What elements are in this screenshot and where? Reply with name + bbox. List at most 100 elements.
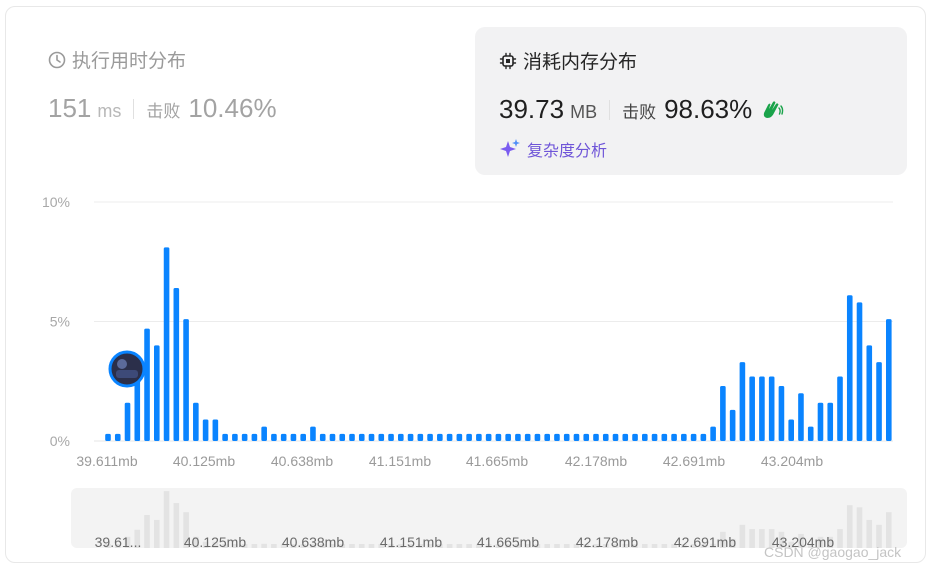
chart-bar[interactable] <box>232 433 238 441</box>
chart-bar[interactable] <box>632 433 638 441</box>
chart-bar[interactable] <box>778 386 785 441</box>
chart-bar[interactable] <box>202 419 209 441</box>
chart-bar[interactable] <box>310 426 316 441</box>
chart-bar[interactable] <box>222 433 228 441</box>
chart-bar[interactable] <box>388 433 394 441</box>
chart-bar[interactable] <box>729 409 736 441</box>
chart-bar[interactable] <box>183 319 189 441</box>
overview-bar <box>144 515 150 548</box>
chart-bar[interactable] <box>212 419 219 441</box>
chart-bar[interactable] <box>446 433 453 441</box>
user-avatar-marker[interactable] <box>108 350 146 388</box>
chart-bar[interactable] <box>427 433 433 441</box>
x-tick-label: 39.611mb <box>76 453 137 469</box>
chart-bar[interactable] <box>622 433 629 441</box>
chart-bar[interactable] <box>710 426 716 441</box>
overview-tick-label: 40.638mb <box>282 534 344 550</box>
chart-bar[interactable] <box>524 433 531 441</box>
chart-bar[interactable] <box>368 433 375 441</box>
chart-bar[interactable] <box>593 433 599 441</box>
y-tick-label: 5% <box>50 314 70 330</box>
chart-bar[interactable] <box>573 433 580 441</box>
chart-bar[interactable] <box>846 295 853 441</box>
chart-bar[interactable] <box>476 433 482 441</box>
chart-bar[interactable] <box>495 433 502 441</box>
chart-bar[interactable] <box>876 362 882 441</box>
chart-bar[interactable] <box>154 345 160 441</box>
chart-bar[interactable] <box>114 433 121 441</box>
chart-bar[interactable] <box>163 247 170 441</box>
chart-bar[interactable] <box>720 386 726 441</box>
chart-bar[interactable] <box>437 433 443 441</box>
overview-bar <box>846 505 853 548</box>
overview-tick-label: 41.151mb <box>380 534 442 550</box>
chart-bar[interactable] <box>329 433 336 441</box>
overview-tick-label: 42.691mb <box>674 534 736 550</box>
chart-bar[interactable] <box>602 433 609 441</box>
chart-bar[interactable] <box>505 433 511 441</box>
chart-bar[interactable] <box>271 433 277 441</box>
chart-bar[interactable] <box>349 433 355 441</box>
chart-bar[interactable] <box>417 433 424 441</box>
chart-bar[interactable] <box>456 433 463 441</box>
chart-bar[interactable] <box>681 433 687 441</box>
chart-bar[interactable] <box>583 433 590 441</box>
chart-bar[interactable] <box>319 433 326 441</box>
chart-bar[interactable] <box>515 433 521 441</box>
chart-bar[interactable] <box>554 433 560 441</box>
chart-bar[interactable] <box>788 419 794 441</box>
chart-bar[interactable] <box>856 302 863 441</box>
overview-bar <box>358 544 365 548</box>
chart-bar[interactable] <box>798 393 804 441</box>
chart-bar[interactable] <box>485 433 492 441</box>
overview-bar <box>446 544 453 548</box>
chart-bar[interactable] <box>739 362 746 441</box>
chart-bar[interactable] <box>651 433 658 441</box>
y-tick-label: 10% <box>42 194 70 210</box>
chart-bar[interactable] <box>866 345 873 441</box>
chart-bar[interactable] <box>193 402 199 441</box>
chart-bar[interactable] <box>339 433 346 441</box>
chart-bar[interactable] <box>290 433 297 441</box>
chart-bar[interactable] <box>534 433 541 441</box>
chart-bar[interactable] <box>407 433 414 441</box>
chart-bar[interactable] <box>807 426 814 441</box>
chart-bar[interactable] <box>759 376 765 441</box>
chart-bar[interactable] <box>105 433 111 441</box>
chart-bar[interactable] <box>817 402 824 441</box>
chart-bar[interactable] <box>690 433 697 441</box>
chart-bar[interactable] <box>749 376 755 441</box>
overview-bar <box>563 544 570 548</box>
chart-bar[interactable] <box>358 433 365 441</box>
chart-bar[interactable] <box>241 433 248 441</box>
chart-bar[interactable] <box>544 433 550 441</box>
chart-bar[interactable] <box>261 426 267 441</box>
chart-bar[interactable] <box>661 433 668 441</box>
overview-bar <box>271 544 277 548</box>
chart-bar[interactable] <box>700 433 707 441</box>
chart-bar[interactable] <box>612 433 619 441</box>
chart-bar[interactable] <box>466 433 472 441</box>
chart-bar[interactable] <box>768 376 775 441</box>
overview-bar <box>466 544 472 548</box>
chart-bar[interactable] <box>134 378 141 441</box>
chart-bar[interactable] <box>173 288 180 441</box>
overview-bar <box>544 544 550 548</box>
chart-bar[interactable] <box>124 402 131 441</box>
chart-bar[interactable] <box>886 319 892 441</box>
x-tick-label: 41.665mb <box>466 453 528 469</box>
chart-bar[interactable] <box>563 433 570 441</box>
chart-bar[interactable] <box>378 433 385 441</box>
chart-bar[interactable] <box>300 433 306 441</box>
chart-bar[interactable] <box>251 433 258 441</box>
chart-bar[interactable] <box>280 433 287 441</box>
overview-bar <box>661 544 668 548</box>
chart-bar[interactable] <box>144 328 150 441</box>
chart-bar[interactable] <box>671 433 677 441</box>
x-tick-label: 42.691mb <box>663 453 725 469</box>
overview-bar <box>173 503 180 548</box>
chart-bar[interactable] <box>827 402 834 441</box>
chart-bar[interactable] <box>398 433 404 441</box>
chart-bar[interactable] <box>837 376 843 441</box>
chart-bar[interactable] <box>642 433 648 441</box>
